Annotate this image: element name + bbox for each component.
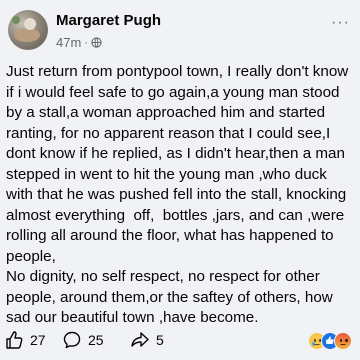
more-options-icon[interactable]: ··· <box>331 14 350 32</box>
share-count: 5 <box>156 332 164 348</box>
facebook-post: Margaret Pugh 47m · ··· Just return from… <box>0 0 360 360</box>
post-header: Margaret Pugh 47m · ··· <box>6 6 354 58</box>
globe-icon <box>91 37 102 48</box>
post-footer: 27 25 5 <box>0 330 360 356</box>
author-name[interactable]: Margaret Pugh <box>56 12 161 29</box>
post-meta: 47m · <box>56 35 102 50</box>
author-avatar[interactable] <box>8 10 48 50</box>
comment-count: 25 <box>88 332 104 348</box>
reaction-summary[interactable] <box>308 332 352 350</box>
angry-reaction-icon <box>334 332 352 350</box>
like-count: 27 <box>30 332 46 348</box>
meta-separator: · <box>84 36 88 49</box>
share-button[interactable]: 5 <box>130 330 164 350</box>
post-text: Just return from pontypool town, I reall… <box>6 63 349 326</box>
thumbs-up-icon <box>6 331 23 349</box>
comment-bubble-icon <box>63 331 81 349</box>
comment-button[interactable]: 25 <box>62 330 104 350</box>
like-button[interactable]: 27 <box>4 330 46 350</box>
share-arrow-icon <box>131 332 149 347</box>
post-time[interactable]: 47m <box>56 35 81 50</box>
